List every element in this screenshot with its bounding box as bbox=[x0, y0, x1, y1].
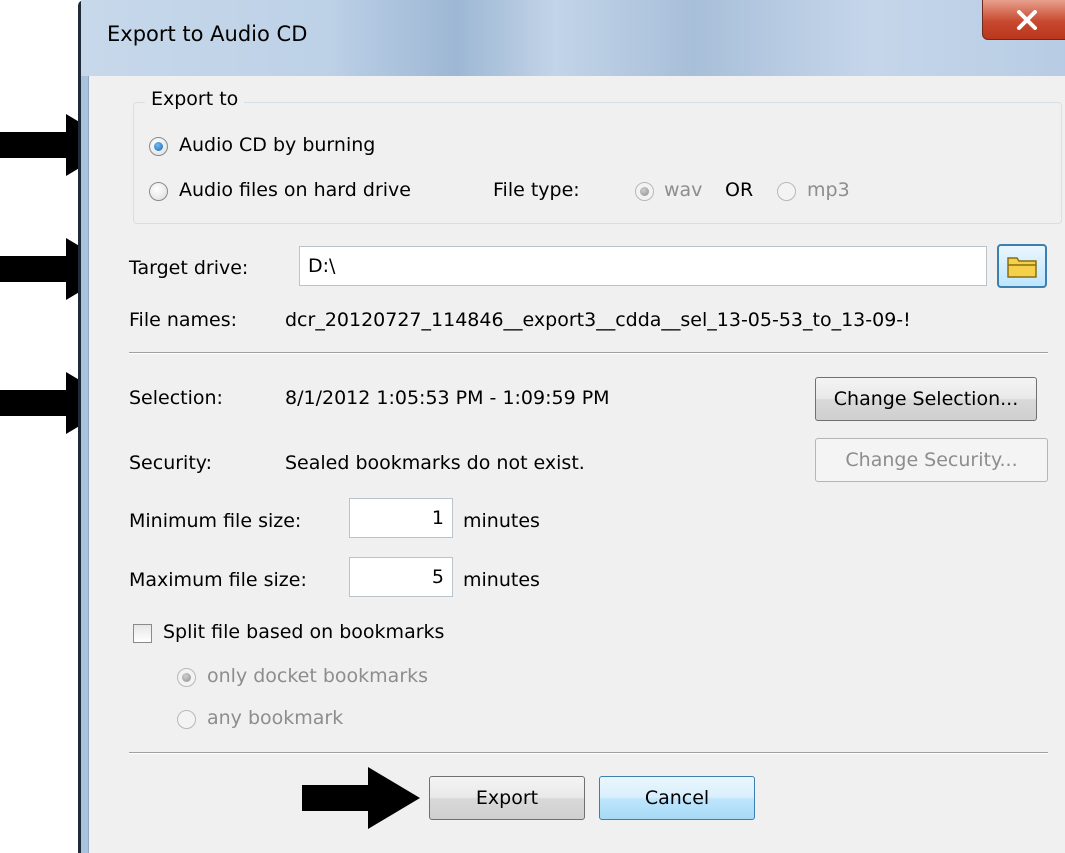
file-names-label: File names: bbox=[129, 309, 238, 331]
min-size-value: 1 bbox=[431, 507, 444, 529]
folder-icon bbox=[1007, 257, 1037, 278]
selection-label: Selection: bbox=[129, 387, 223, 409]
min-size-unit: minutes bbox=[463, 510, 540, 532]
max-size-unit: minutes bbox=[463, 569, 540, 591]
file-type-label: File type: bbox=[493, 179, 580, 201]
min-size-input[interactable]: 1 bbox=[349, 498, 453, 538]
label-mp3[interactable]: mp3 bbox=[807, 179, 850, 201]
cancel-button[interactable]: Cancel bbox=[599, 776, 755, 820]
min-size-label: Minimum file size: bbox=[129, 510, 302, 532]
change-security-button[interactable]: Change Security... bbox=[815, 438, 1048, 482]
split-label[interactable]: Split file based on bookmarks bbox=[163, 621, 444, 643]
max-size-input[interactable]: 5 bbox=[349, 557, 453, 597]
export-to-legend: Export to bbox=[145, 88, 245, 110]
target-drive-value: D:\ bbox=[308, 255, 336, 277]
security-label: Security: bbox=[129, 452, 213, 474]
browse-folder-button[interactable] bbox=[997, 244, 1047, 288]
or-label: OR bbox=[725, 179, 754, 201]
split-checkbox[interactable] bbox=[133, 624, 152, 643]
change-selection-button[interactable]: Change Selection... bbox=[815, 377, 1037, 421]
separator-bottom bbox=[129, 752, 1048, 754]
max-size-label: Maximum file size: bbox=[129, 569, 307, 591]
security-value: Sealed bookmarks do not exist. bbox=[285, 452, 585, 474]
label-audio-cd[interactable]: Audio CD by burning bbox=[179, 134, 375, 156]
export-button[interactable]: Export bbox=[429, 776, 585, 820]
annotation-arrow-export-button bbox=[302, 767, 420, 829]
export-to-group bbox=[133, 102, 1062, 224]
close-icon bbox=[1017, 9, 1037, 30]
max-size-value: 5 bbox=[431, 566, 444, 588]
radio-audio-cd[interactable] bbox=[149, 137, 168, 156]
separator-top bbox=[129, 352, 1048, 354]
selection-value: 8/1/2012 1:05:53 PM - 1:09:59 PM bbox=[285, 387, 610, 409]
file-names-value: dcr_20120727_114846__export3__cdda__sel_… bbox=[285, 309, 911, 331]
dialog-body: Export to Audio CD by burning Audio file… bbox=[88, 76, 1065, 853]
title-bar[interactable]: Export to Audio CD bbox=[81, 0, 1065, 76]
target-drive-input[interactable]: D:\ bbox=[299, 246, 987, 286]
radio-mp3[interactable] bbox=[777, 182, 796, 201]
label-audio-files[interactable]: Audio files on hard drive bbox=[179, 179, 411, 201]
close-button[interactable] bbox=[982, 0, 1065, 40]
label-wav[interactable]: wav bbox=[664, 179, 702, 201]
label-only-docket[interactable]: only docket bookmarks bbox=[207, 665, 428, 687]
radio-wav[interactable] bbox=[635, 182, 654, 201]
radio-audio-files[interactable] bbox=[149, 182, 168, 201]
export-dialog: Export to Audio CD Export to Audio CD by… bbox=[78, 0, 1065, 853]
radio-any-bookmark[interactable] bbox=[177, 710, 196, 729]
target-drive-label: Target drive: bbox=[129, 257, 249, 279]
radio-only-docket[interactable] bbox=[177, 668, 196, 687]
label-any-bookmark[interactable]: any bookmark bbox=[207, 707, 343, 729]
window-title: Export to Audio CD bbox=[107, 22, 308, 46]
